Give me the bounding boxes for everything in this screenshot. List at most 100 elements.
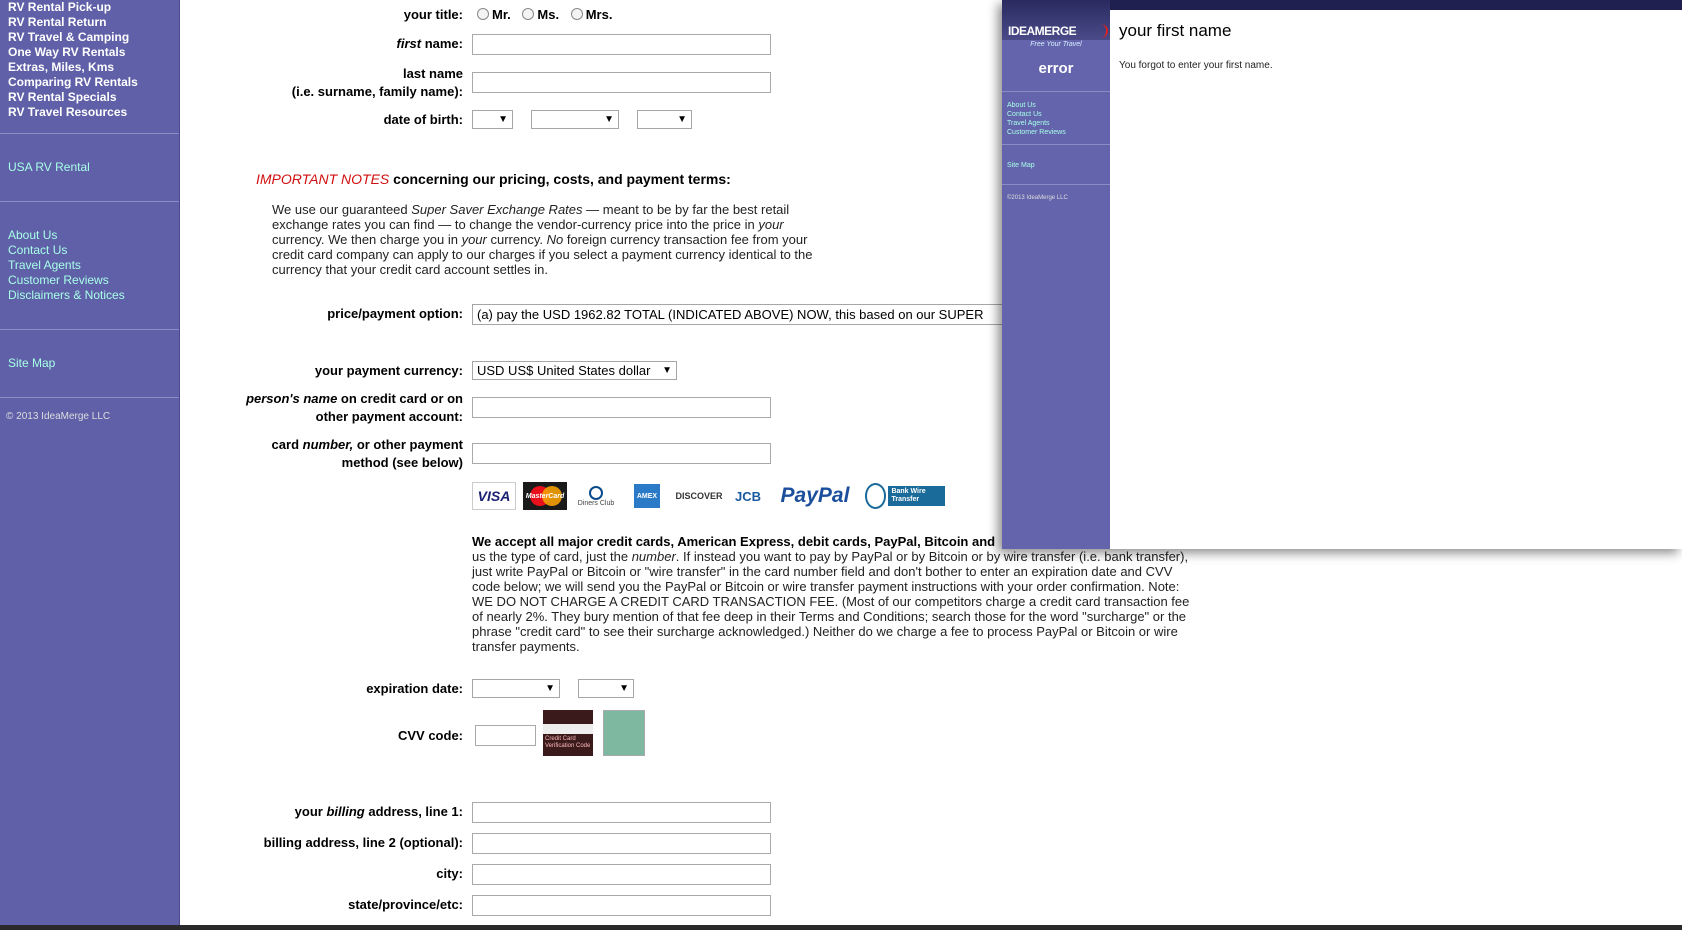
- first-name-field[interactable]: [472, 34, 771, 55]
- popup-link-travel-agents[interactable]: Travel Agents: [1007, 119, 1050, 128]
- notes-em-1: Super Saver Exchange Rates: [411, 202, 583, 217]
- nav-extras-miles-kms[interactable]: Extras, Miles, Kms: [8, 60, 179, 75]
- notes-text-1: We use our guaranteed: [272, 202, 412, 217]
- last-name-field[interactable]: [472, 72, 771, 93]
- billing1-em: billing: [326, 804, 365, 819]
- nav-rv-travel-resources[interactable]: RV Travel Resources: [8, 105, 179, 120]
- price-option-label: price/payment option:: [327, 306, 463, 321]
- billing1-pre: your: [294, 804, 327, 819]
- popup-sidebar-divider: [1002, 184, 1110, 185]
- last-name-label-line2: (i.e. surname, family name):: [291, 84, 463, 99]
- notes-em-3: your: [461, 232, 487, 247]
- cardholder-name-em: person's name: [246, 391, 338, 406]
- popup-link-customer-reviews[interactable]: Customer Reviews: [1007, 128, 1066, 137]
- dob-year-select[interactable]: ▼: [637, 110, 692, 129]
- discover-logo: DISCOVER: [676, 482, 723, 510]
- important-notes-red: IMPORTANT NOTES: [256, 171, 390, 187]
- accept-text-2: . If instead you want to pay by PayPal o…: [472, 549, 1190, 654]
- title-option-mr: Mr.: [492, 7, 511, 22]
- last-name-label: last name (i.e. surname, family name):: [183, 65, 463, 101]
- first-name-label: first name:: [183, 35, 463, 53]
- title-option-mrs: Mrs.: [585, 7, 613, 22]
- notes-em-4: No: [546, 232, 564, 247]
- state-label: state/province/etc:: [348, 897, 463, 912]
- title-radio-group: Mr. Ms. Mrs.: [477, 6, 612, 24]
- cvv-illustration: Credit Card Verification Code: [543, 710, 645, 756]
- price-option-select[interactable]: (a) pay the USD 1962.82 TOTAL (INDICATED…: [472, 304, 1012, 325]
- first-name-label-em: first: [396, 36, 422, 51]
- currency-select[interactable]: USD US$ United States dollar ▼: [472, 361, 677, 380]
- cardholder-name-field[interactable]: [472, 397, 771, 418]
- nav-one-way-rv-rentals[interactable]: One Way RV Rentals: [8, 45, 179, 60]
- card-number-field[interactable]: [472, 443, 771, 464]
- title-option-ms: Ms.: [537, 7, 560, 22]
- card-number-line2: method (see below): [341, 455, 463, 470]
- bank-wire-transfer-text: Bank Wire Transfer: [888, 486, 945, 506]
- popup-message: You forgot to enter your first name.: [1119, 60, 1273, 71]
- diners-club-circle: [589, 485, 603, 500]
- notes-em-2: your: [758, 217, 784, 232]
- nav-usa-rv-rental[interactable]: USA RV Rental: [8, 160, 179, 175]
- ideamerge-logo-text: IDEAMERGE: [1008, 24, 1077, 38]
- nav-rv-rental-specials[interactable]: RV Rental Specials: [8, 90, 179, 105]
- sidebar-nav-sitemap: Site Map: [0, 330, 179, 397]
- bank-wire-transfer-logo: Bank Wire Transfer: [865, 482, 945, 510]
- popup-sidebar: IDEAMERGE Free Your Travel error About U…: [1002, 0, 1110, 549]
- title-radio-ms[interactable]: [522, 8, 535, 20]
- chevron-down-icon: ▼: [498, 114, 508, 125]
- globe-icon: [865, 483, 887, 509]
- card-number-pre: card: [271, 437, 303, 452]
- city-field[interactable]: [472, 864, 771, 885]
- nav-disclaimers-notices[interactable]: Disclaimers & Notices: [8, 288, 179, 303]
- billing-address-2-field[interactable]: [472, 833, 771, 854]
- popup-link-contact-us[interactable]: Contact Us: [1007, 110, 1042, 119]
- cvv-amex-card-image: [603, 710, 645, 756]
- expiration-year-select[interactable]: ▼: [578, 679, 634, 698]
- diners-club-logo: Diners Club: [574, 482, 618, 510]
- popup-link-about-us[interactable]: About Us: [1007, 101, 1036, 110]
- nav-about-us[interactable]: About Us: [8, 228, 179, 243]
- billing1-rest: address, line 1:: [364, 804, 463, 819]
- dob-month-select[interactable]: ▼: [531, 110, 619, 129]
- jcb-logo: JCB: [731, 482, 765, 510]
- nav-rv-rental-pickup[interactable]: RV Rental Pick-up: [8, 0, 179, 15]
- popup-link-site-map[interactable]: Site Map: [1007, 161, 1035, 170]
- sidebar-nav-usa: USA RV Rental: [0, 134, 179, 201]
- bottom-bar: [0, 925, 1682, 930]
- nav-customer-reviews[interactable]: Customer Reviews: [8, 273, 179, 288]
- logo-swoosh-icon: [1098, 24, 1108, 38]
- cvv-image-caption: Credit Card Verification Code: [545, 736, 591, 749]
- chevron-down-icon: ▼: [619, 683, 629, 694]
- billing-address-1-label: your billing address, line 1:: [183, 803, 463, 821]
- popup-tagline: Free Your Travel: [1030, 41, 1082, 48]
- accept-em: number: [631, 549, 676, 564]
- mastercard-logo-text: MasterCard: [525, 492, 565, 500]
- expiration-month-select[interactable]: ▼: [472, 679, 560, 698]
- cvv-card-back-image: Credit Card Verification Code: [543, 710, 593, 756]
- cvv-field[interactable]: [475, 725, 536, 746]
- title-radio-mr[interactable]: [477, 8, 489, 20]
- amex-logo: AMEX: [625, 482, 669, 510]
- last-name-label-line1: last name: [403, 66, 463, 81]
- currency-select-value: USD US$ United States dollar: [477, 363, 651, 378]
- cardholder-name-rest: on credit card or on: [337, 391, 463, 406]
- accept-text-1: us the type of card, just the: [472, 549, 632, 564]
- diners-club-logo-text: Diners Club: [577, 499, 615, 507]
- popup-copyright: ©2013 IdeaMerge LLC: [1007, 195, 1068, 201]
- card-number-em: number,: [302, 437, 354, 452]
- nav-comparing-rv-rentals[interactable]: Comparing RV Rentals: [8, 75, 179, 90]
- nav-contact-us[interactable]: Contact Us: [8, 243, 179, 258]
- billing-address-1-field[interactable]: [472, 802, 771, 823]
- nav-rv-rental-return[interactable]: RV Rental Return: [8, 15, 179, 30]
- left-sidebar: RV Rental Pick-up RV Rental Return RV Tr…: [0, 0, 180, 925]
- visa-logo: VISA: [472, 482, 516, 510]
- nav-rv-travel-camping[interactable]: RV Travel & Camping: [8, 30, 179, 45]
- nav-travel-agents[interactable]: Travel Agents: [8, 258, 179, 273]
- payment-accept-text: We accept all major credit cards, Americ…: [472, 534, 1194, 654]
- dob-day-select[interactable]: ▼: [472, 110, 513, 129]
- paypal-logo: PayPal: [772, 482, 858, 510]
- title-radio-mrs[interactable]: [570, 8, 583, 20]
- nav-site-map[interactable]: Site Map: [8, 356, 179, 371]
- state-field[interactable]: [472, 895, 771, 916]
- ideamerge-logo: IDEAMERGE: [1002, 0, 1110, 40]
